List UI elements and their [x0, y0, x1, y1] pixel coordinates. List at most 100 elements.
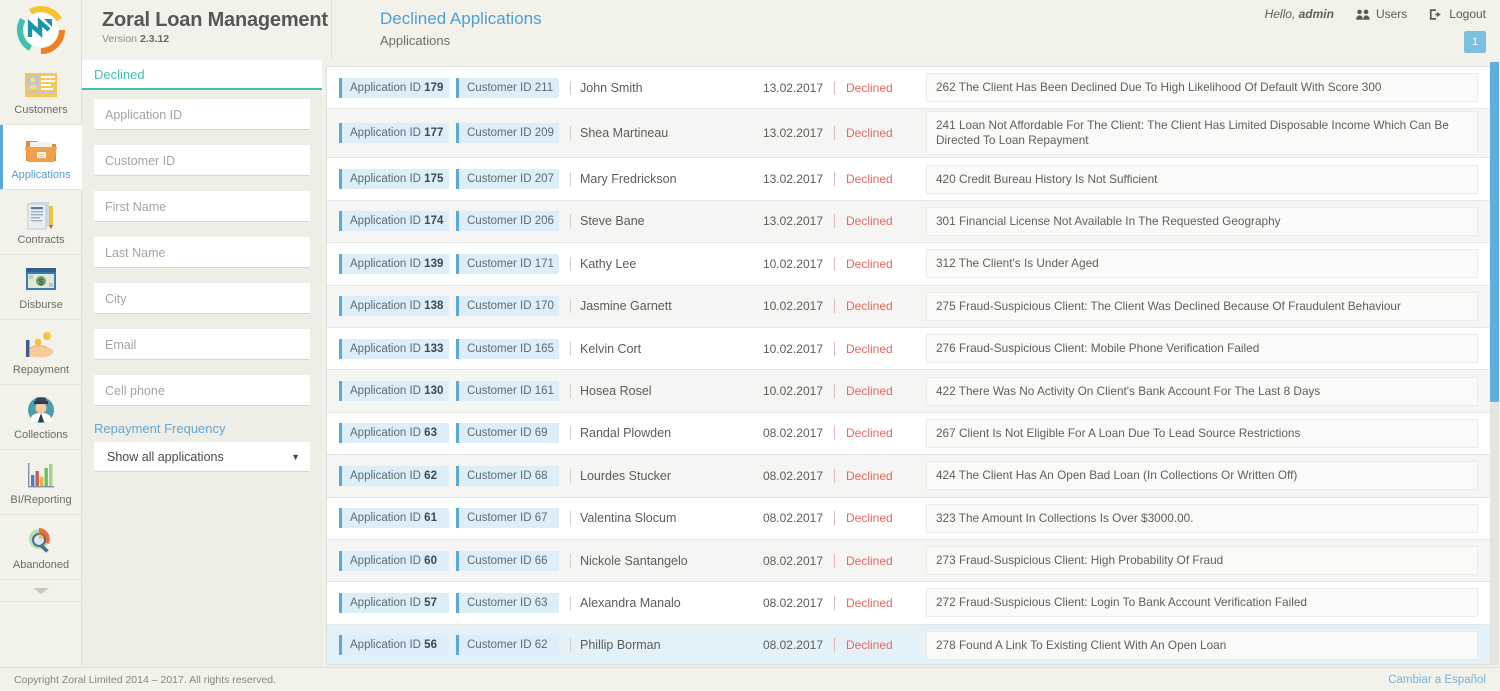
sidebar-expand-more[interactable] — [0, 580, 81, 602]
customer-id-value: 62 — [535, 639, 548, 651]
table-row[interactable]: Application ID 174Customer ID 206Steve B… — [327, 201, 1492, 243]
table-row[interactable]: Application ID 60Customer ID 66Nickole S… — [327, 540, 1492, 582]
user-area: Hello, admin Users Logout — [1265, 7, 1486, 21]
table-row[interactable]: Application ID 139 Customer ID 171 Kathy L… — [327, 243, 1492, 285]
first-name-input[interactable] — [95, 200, 309, 214]
app-title: Zoral Loan Management — [102, 9, 331, 32]
filter-city[interactable] — [94, 283, 310, 314]
application-id-value: 61 — [424, 512, 437, 524]
application-id-chip[interactable]: Application ID 61 — [339, 508, 449, 528]
app-title-block: Zoral Loan Management Version 2.3.12 — [82, 0, 332, 60]
filter-first-name[interactable] — [94, 191, 310, 222]
customer-id-chip[interactable]: Customer ID 165 — [456, 339, 559, 359]
vertical-scrollbar-track[interactable] — [1490, 62, 1499, 665]
application-id-chip[interactable]: Application ID 177 — [339, 123, 449, 143]
page-heading-block: Declined Applications Applications — [332, 0, 542, 48]
language-switch-link[interactable]: Cambiar a Español — [1388, 674, 1486, 686]
last-name-input[interactable] — [95, 246, 309, 260]
filter-email[interactable] — [94, 329, 310, 360]
filter-last-name[interactable] — [94, 237, 310, 268]
sidebar-item-applications[interactable]: Applications — [0, 125, 82, 190]
application-id-chip[interactable]: Application ID 139 — [339, 254, 449, 274]
customer-id-chip[interactable]: Customer ID 67 — [456, 508, 559, 528]
decline-reason-message: 424 The Client Has An Open Bad Loan (In … — [926, 461, 1478, 490]
page-number-badge[interactable]: 1 — [1464, 31, 1486, 53]
table-row[interactable]: Application ID 63Customer ID 69Randal Pl… — [327, 413, 1492, 455]
application-id-value: 62 — [424, 470, 437, 482]
application-id-chip[interactable]: Application ID 63 — [339, 423, 449, 443]
top-header-bar: Zoral Loan Management Version 2.3.12 Dec… — [0, 0, 1500, 60]
table-row[interactable]: Application ID 57Customer ID 63Alexandra… — [327, 582, 1492, 624]
city-input[interactable] — [95, 292, 309, 306]
filter-application-id[interactable] — [94, 99, 310, 130]
customer-id-chip[interactable]: Customer ID 171 — [456, 254, 559, 274]
email-input[interactable] — [95, 338, 309, 352]
status-badge: Declined — [834, 257, 914, 271]
application-id-chip[interactable]: Application ID 62 — [339, 466, 449, 486]
customer-id-chip[interactable]: Customer ID 211 — [456, 78, 559, 98]
application-id-chip[interactable]: Application ID 130 — [339, 381, 449, 401]
sidebar-item-label: Repayment — [13, 364, 69, 376]
application-id-chip[interactable]: Application ID 174 — [339, 211, 449, 231]
vertical-scrollbar-thumb[interactable] — [1490, 62, 1499, 402]
table-row[interactable]: Application ID 175Customer ID 207Mary Fr… — [327, 158, 1492, 200]
application-id-chip[interactable]: Application ID 179 — [339, 78, 449, 98]
sidebar-item-collections[interactable]: Collections — [0, 385, 82, 450]
sidebar-item-contracts[interactable]: Contracts — [0, 190, 82, 255]
sidebar-item-repayment[interactable]: Repayment — [0, 320, 82, 385]
customer-id-chip[interactable]: Customer ID 68 — [456, 466, 559, 486]
status-badge: Declined — [834, 81, 914, 95]
decline-reason-message: 272 Fraud-Suspicious Client: Login To Ba… — [926, 588, 1478, 617]
sign-out-icon — [1429, 8, 1443, 21]
customer-name: Kathy Lee — [570, 257, 745, 271]
sidebar-item-customers[interactable]: Customers — [0, 60, 82, 125]
table-row[interactable]: Application ID 61Customer ID 67Valentina… — [327, 498, 1492, 540]
application-id-chip[interactable]: Application ID 175 — [339, 169, 449, 189]
cell-phone-input[interactable] — [95, 384, 309, 398]
tab-declined-label: Declined — [94, 67, 145, 82]
application-id-input[interactable] — [95, 108, 309, 122]
customer-id-chip[interactable]: Customer ID 207 — [456, 169, 559, 189]
customer-name: John Smith — [570, 81, 745, 95]
app-logo[interactable] — [0, 0, 82, 60]
table-row[interactable]: Application ID 62Customer ID 68Lourdes S… — [327, 455, 1492, 497]
tab-declined[interactable]: Declined — [82, 60, 322, 90]
customer-id-chip[interactable]: Customer ID 170 — [456, 296, 559, 316]
decline-reason-message: 267 Client Is Not Eligible For A Loan Du… — [926, 419, 1478, 448]
sidebar-item-disburse[interactable]: $ Disburse — [0, 255, 82, 320]
decline-reason-message: 422 There Was No Activity On Client's Ba… — [926, 377, 1478, 406]
table-row[interactable]: Application ID 133Customer ID 165Kelvin … — [327, 328, 1492, 370]
table-row[interactable]: Application ID 138Customer ID 170Jasmine… — [327, 286, 1492, 328]
customer-id-chip[interactable]: Customer ID 63 — [456, 593, 559, 613]
application-id-chip[interactable]: Application ID 138 — [339, 296, 449, 316]
application-id-value: 175 — [424, 173, 443, 185]
customer-id-chip[interactable]: Customer ID 209 — [456, 123, 559, 143]
application-id-chip[interactable]: Application ID 57 — [339, 593, 449, 613]
filter-customer-id[interactable] — [94, 145, 310, 176]
customer-id-prefix: Customer ID — [467, 385, 532, 397]
application-id-prefix: Application ID — [350, 343, 421, 355]
customer-id-chip[interactable]: Customer ID 69 — [456, 423, 559, 443]
application-id-chip[interactable]: Application ID 60 — [339, 551, 449, 571]
customer-id-chip[interactable]: Customer ID 161 — [456, 381, 559, 401]
filter-cell-phone[interactable] — [94, 375, 310, 406]
customer-id-chip[interactable]: Customer ID 62 — [456, 635, 559, 655]
users-link[interactable]: Users — [1356, 7, 1407, 21]
application-id-chip[interactable]: Application ID 133 — [339, 339, 449, 359]
table-row[interactable]: Application ID 177Customer ID 209Shea Ma… — [327, 109, 1492, 158]
greeting: Hello, admin — [1265, 7, 1334, 21]
application-id-chip[interactable]: Application ID 56 — [339, 635, 449, 655]
sidebar-item-abandoned[interactable]: Abandoned — [0, 515, 82, 580]
application-id-value: 133 — [424, 343, 443, 355]
users-label: Users — [1376, 7, 1407, 21]
customer-id-chip[interactable]: Customer ID 66 — [456, 551, 559, 571]
table-row[interactable]: Application ID 179 Customer ID 211 John Sm… — [327, 67, 1492, 109]
customer-id-value: 66 — [535, 555, 548, 567]
repayment-frequency-select[interactable]: Show all applications ▼ — [94, 442, 310, 472]
customer-id-input[interactable] — [95, 154, 309, 168]
table-row[interactable]: Application ID 130Customer ID 161Hosea R… — [327, 370, 1492, 412]
table-row[interactable]: Application ID 56Customer ID 62Phillip B… — [327, 625, 1492, 665]
logout-link[interactable]: Logout — [1429, 7, 1486, 21]
customer-id-chip[interactable]: Customer ID 206 — [456, 211, 559, 231]
sidebar-item-bi-reporting[interactable]: BI/Reporting — [0, 450, 82, 515]
